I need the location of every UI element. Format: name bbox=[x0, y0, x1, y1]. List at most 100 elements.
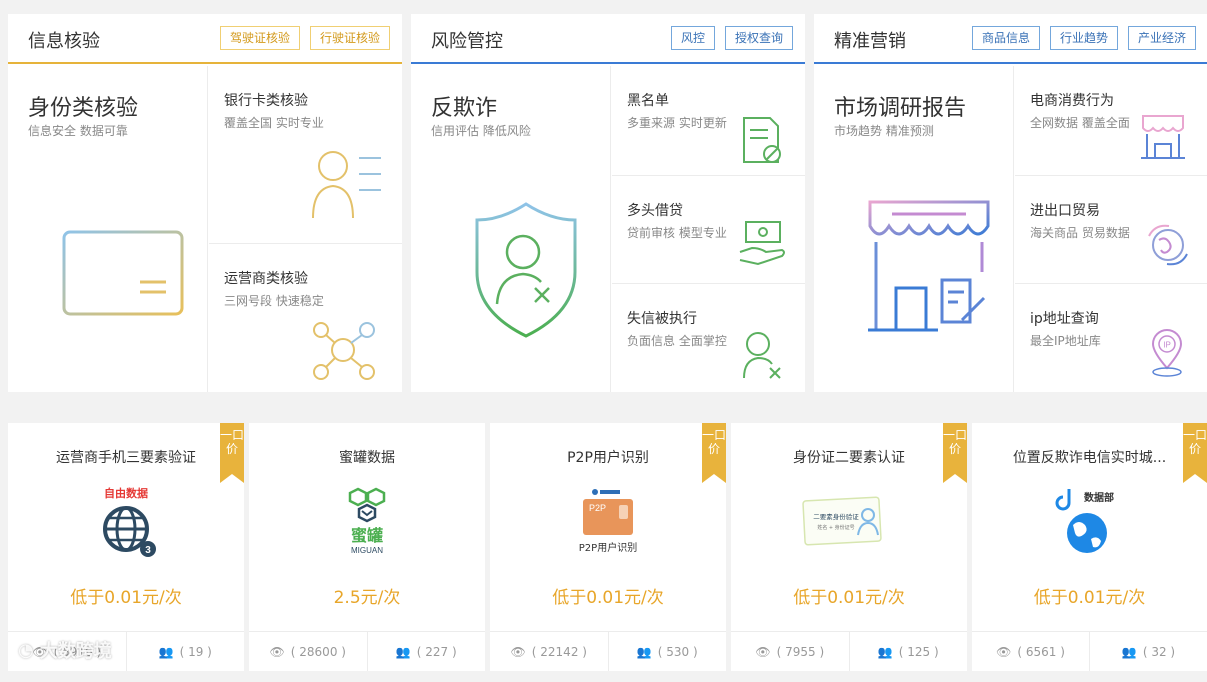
cell-title: 银行卡类核验 bbox=[224, 93, 308, 109]
product-name[interactable]: P2P用户识别 bbox=[490, 447, 726, 467]
cell-title: 失信被执行 bbox=[627, 311, 697, 327]
eye-icon: 👁 bbox=[510, 644, 526, 659]
panel-header: 信息核验 驾驶证核验 行驶证核验 bbox=[8, 14, 402, 64]
feature-subtitle: 信用评估 降低风险 bbox=[431, 124, 531, 138]
product-card[interactable]: P2P用户识别 一口价 P2P P2P用户识别 低于0.01元/次 👁( 221… bbox=[490, 423, 726, 671]
tag-vehicle-license[interactable]: 行驶证核验 bbox=[309, 26, 390, 50]
product-stats: 👁( 6561 ) 👥( 32 ) bbox=[972, 631, 1207, 671]
users-icon: 👥 bbox=[1121, 644, 1137, 659]
user-count: 👥( 530 ) bbox=[607, 632, 727, 671]
hexagon-logo-icon: 蜜罐 MIGUAN bbox=[348, 487, 386, 555]
product-card[interactable]: 位置反欺诈电信实时城... 一口价 数据部 低于0.01元/次 👁( 6561 … bbox=[972, 423, 1207, 671]
product-name[interactable]: 运营商手机三要素验证 bbox=[8, 447, 244, 467]
globe-icon bbox=[1148, 224, 1188, 266]
money-hand-icon bbox=[739, 221, 785, 266]
cell-title: 进出口贸易 bbox=[1030, 203, 1100, 219]
feature-multi-loan[interactable]: 多头借贷 贷前审核 模型专业 bbox=[612, 176, 805, 284]
fixed-price-ribbon: 一口价 bbox=[702, 423, 726, 483]
storefront-icon bbox=[868, 200, 990, 332]
feature-title: 身份类核验 bbox=[28, 96, 139, 121]
brand-latin: MIGUAN bbox=[351, 546, 383, 555]
feature-title: 反欺诈 bbox=[431, 96, 498, 121]
tag-driver-license[interactable]: 驾驶证核验 bbox=[219, 26, 300, 50]
panel-risk-control: 风险管控 风控 授权查询 反欺诈 信用评估 降低风险 黑名单 多重来源 实时更新 bbox=[411, 14, 805, 392]
panel-body: 反欺诈 信用评估 降低风险 黑名单 多重来源 实时更新 多头借贷 贷前审核 模型… bbox=[411, 66, 805, 392]
p2p-card-icon: P2P P2P用户识别 bbox=[579, 489, 637, 554]
user-count: 👥( 19 ) bbox=[125, 632, 245, 671]
svg-text:3: 3 bbox=[145, 545, 151, 556]
panel-title: 信息核验 bbox=[28, 31, 100, 52]
tag-auth-query[interactable]: 授权查询 bbox=[724, 26, 793, 50]
network-nodes-icon bbox=[313, 322, 375, 380]
view-count: 👁( 7955 ) bbox=[755, 644, 825, 659]
panel-tags: 风控 授权查询 bbox=[670, 26, 793, 50]
eye-icon: 👁 bbox=[269, 644, 285, 659]
view-count: 👁( 28600 ) bbox=[269, 644, 346, 659]
product-card[interactable]: 运营商手机三要素验证 一口价 自由数据 3 低于0.01元/次 👁( 5916 … bbox=[8, 423, 244, 671]
product-card[interactable]: 身份证二要素认证 一口价 二要素身份验证 姓名 + 身份证号 低于0.01元/次… bbox=[731, 423, 967, 671]
product-name[interactable]: 身份证二要素认证 bbox=[731, 447, 967, 467]
cell-title: 运营商类核验 bbox=[224, 271, 308, 287]
panel-title: 精准营销 bbox=[834, 31, 906, 52]
shield-user-icon bbox=[475, 202, 577, 338]
product-stats: 👁( 22142 ) 👥( 530 ) bbox=[490, 631, 726, 671]
globe-chat-icon: 自由数据 3 bbox=[103, 486, 156, 557]
panel-header: 风险管控 风控 授权查询 bbox=[411, 14, 805, 64]
panel-header: 精准营销 商品信息 行业趋势 产业经济 bbox=[814, 14, 1207, 64]
cell-subtitle: 覆盖全国 实时专业 bbox=[224, 116, 324, 130]
user-x-icon bbox=[743, 332, 781, 379]
feature-anti-fraud[interactable]: 反欺诈 信用评估 降低风险 bbox=[411, 66, 611, 392]
panel-title: 风险管控 bbox=[431, 31, 503, 52]
cell-subtitle: 贷前审核 模型专业 bbox=[627, 226, 727, 240]
feature-market-report[interactable]: 市场调研报告 市场趋势 精准预测 bbox=[814, 66, 1014, 392]
cell-subtitle: 全网数据 覆盖全面 bbox=[1030, 116, 1130, 130]
fixed-price-ribbon: 一口价 bbox=[943, 423, 967, 483]
product-name[interactable]: 位置反欺诈电信实时城... bbox=[972, 447, 1207, 467]
product-stats: 👁( 28600 ) 👥( 227 ) bbox=[249, 631, 485, 671]
ip-pin-icon: IP bbox=[1151, 329, 1183, 377]
p2p-badge: P2P bbox=[589, 503, 606, 513]
svg-text:IP: IP bbox=[1163, 341, 1171, 350]
user-count: 👥( 32 ) bbox=[1089, 632, 1207, 671]
panel-info-verify: 信息核验 驾驶证核验 行驶证核验 身份类核验 信息安全 数据可靠 银行卡类核验 … bbox=[8, 14, 402, 392]
brand-label: 蜜罐 bbox=[351, 526, 383, 545]
feature-id-verify[interactable]: 身份类核验 信息安全 数据可靠 bbox=[8, 66, 208, 392]
brand-label: 数据部 bbox=[1084, 491, 1114, 504]
user-list-icon bbox=[312, 151, 381, 219]
shop-icon bbox=[1141, 115, 1185, 159]
eye-icon: 👁 bbox=[755, 644, 771, 659]
eye-icon: 👁 bbox=[996, 644, 1012, 659]
tag-product-info[interactable]: 商品信息 bbox=[971, 26, 1040, 50]
feature-carrier-verify[interactable]: 运营商类核验 三网号段 快速稳定 bbox=[209, 244, 402, 392]
users-icon: 👥 bbox=[158, 644, 174, 659]
panel-precision-marketing: 精准营销 商品信息 行业趋势 产业经济 市场调研报告 市场趋势 精准预测 电商消… bbox=[814, 14, 1207, 392]
users-icon: 👥 bbox=[636, 644, 652, 659]
cell-subtitle: 多重来源 实时更新 bbox=[627, 116, 727, 130]
watermark: ◔ 大数跨境 bbox=[18, 639, 112, 663]
feature-bankcard-verify[interactable]: 银行卡类核验 覆盖全国 实时专业 bbox=[209, 66, 402, 244]
tag-industry-trend[interactable]: 行业趋势 bbox=[1049, 26, 1118, 50]
product-price: 2.5元/次 bbox=[333, 588, 401, 608]
product-card[interactable]: 蜜罐数据 蜜罐 MIGUAN 2.5元/次 👁( 28600 ) 👥( 227 … bbox=[249, 423, 485, 671]
product-price: 低于0.01元/次 bbox=[70, 588, 182, 608]
fixed-price-ribbon: 一口价 bbox=[220, 423, 244, 483]
cell-title: 多头借贷 bbox=[627, 203, 683, 219]
feature-ip-query[interactable]: ip地址查询 最全IP地址库 IP bbox=[1015, 284, 1207, 392]
tag-industry-economy[interactable]: 产业经济 bbox=[1127, 26, 1196, 50]
feature-blacklist[interactable]: 黑名单 多重来源 实时更新 bbox=[612, 66, 805, 176]
feature-subtitle: 信息安全 数据可靠 bbox=[28, 124, 128, 138]
watermark-logo-icon: ◔ bbox=[18, 639, 34, 661]
product-name[interactable]: 蜜罐数据 bbox=[249, 447, 485, 467]
brand-label: P2P用户识别 bbox=[579, 541, 637, 554]
feature-ecommerce-behavior[interactable]: 电商消费行为 全网数据 覆盖全面 bbox=[1015, 66, 1207, 176]
feature-import-export[interactable]: 进出口贸易 海关商品 贸易数据 bbox=[1015, 176, 1207, 284]
cell-subtitle: 负面信息 全面掌控 bbox=[627, 334, 727, 348]
tag-risk[interactable]: 风控 bbox=[670, 26, 715, 50]
brand-sub: 姓名 + 身份证号 bbox=[817, 524, 854, 531]
users-icon: 👥 bbox=[395, 644, 411, 659]
panel-body: 市场调研报告 市场趋势 精准预测 电商消费行为 全网数据 覆盖全面 进出口贸易 … bbox=[814, 66, 1207, 392]
feature-dishonest[interactable]: 失信被执行 负面信息 全面掌控 bbox=[612, 284, 805, 392]
cell-title: ip地址查询 bbox=[1030, 311, 1099, 327]
product-price: 低于0.01元/次 bbox=[793, 588, 905, 608]
fixed-price-ribbon: 一口价 bbox=[1183, 423, 1207, 483]
